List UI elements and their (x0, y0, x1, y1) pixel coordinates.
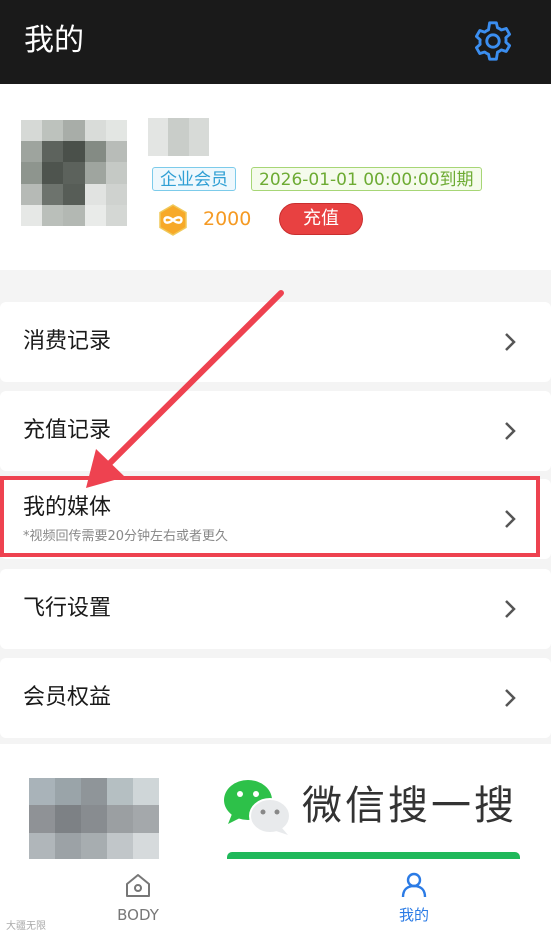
profile-card: 企业会员 2026-01-01 00:00:00到期 2000 充值 (0, 84, 551, 270)
tab-mine[interactable]: 我的 (314, 859, 514, 939)
chevron-right-icon (505, 422, 516, 440)
menu-item-label: 充值记录 (23, 418, 112, 443)
username-blurred (148, 118, 209, 156)
menu-item-label: 会员权益 (23, 685, 112, 710)
chevron-right-icon (505, 510, 516, 528)
menu-item-label: 我的媒体 (23, 495, 112, 520)
expiry-badge: 2026-01-01 00:00:00到期 (251, 167, 482, 191)
wechat-icon (224, 780, 291, 835)
tab-label: 我的 (398, 906, 429, 924)
tab-label: BODY (117, 906, 159, 924)
watermark: 大疆无限 (6, 921, 46, 932)
menu-item-note: *视频回传需要20分钟左右或者更久 (23, 529, 229, 544)
qr-code-blurred (29, 778, 159, 859)
menu-item-member-benefits[interactable]: 会员权益 (0, 658, 551, 738)
banner-text: 微信搜一搜 (302, 783, 517, 829)
chevron-right-icon (505, 333, 516, 351)
menu-item-flight-settings[interactable]: 飞行设置 (0, 569, 551, 649)
chevron-right-icon (505, 689, 516, 707)
coin-balance: 2000 (203, 208, 252, 230)
avatar[interactable] (21, 120, 127, 226)
menu-item-label: 飞行设置 (23, 596, 112, 621)
member-badge: 企业会员 (152, 167, 236, 191)
coin-icon (159, 204, 187, 236)
page-title: 我的 (24, 23, 84, 58)
chevron-right-icon (505, 600, 516, 618)
menu-item-recharge-records[interactable]: 充值记录 (0, 391, 551, 471)
wechat-search-banner[interactable]: 微信搜一搜 (0, 744, 551, 859)
menu-item-label: 消费记录 (23, 329, 112, 354)
recharge-button[interactable]: 充值 (279, 203, 363, 235)
menu-item-consumption-records[interactable]: 消费记录 (0, 302, 551, 382)
app-header: 我的 (0, 0, 551, 84)
bottom-tab-bar: BODY 我的 (0, 859, 551, 939)
tab-body[interactable]: BODY (38, 859, 238, 939)
home-icon (126, 874, 150, 897)
banner-green-bar (227, 852, 520, 859)
menu-item-my-media[interactable]: 我的媒体 *视频回传需要20分钟左右或者更久 (0, 479, 551, 559)
user-icon (401, 872, 427, 898)
gear-icon[interactable] (470, 18, 516, 64)
